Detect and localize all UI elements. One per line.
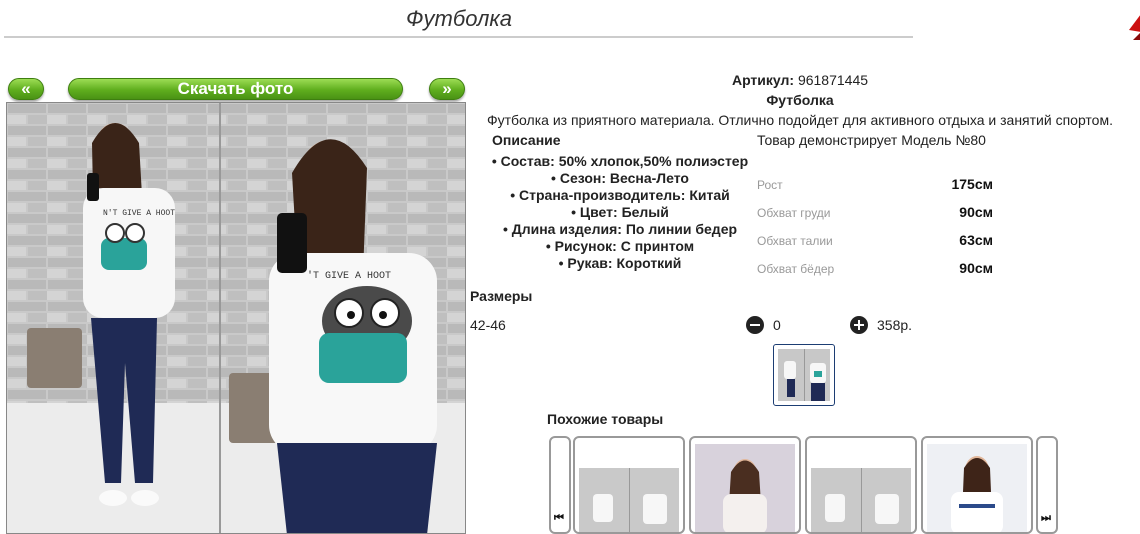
- corner-decoration-icon: [1129, 15, 1140, 40]
- measurement-value: 63см: [959, 232, 993, 248]
- feature-item: Страна-производитель: Китай: [470, 187, 770, 204]
- measurement-value: 90см: [959, 260, 993, 276]
- measurement-label: Рост: [757, 178, 783, 192]
- feature-item: Сезон: Весна-Лето: [470, 170, 770, 187]
- sizes-heading: Размеры: [470, 288, 533, 304]
- measurement-label: Обхват бёдер: [757, 262, 835, 276]
- size-label: 42-46: [470, 317, 506, 333]
- next-photo-button[interactable]: »: [429, 78, 465, 100]
- article-value: 961871445: [797, 72, 869, 88]
- page-title: Футболка: [406, 6, 512, 31]
- product-photo[interactable]: N'T GIVE A HOOT 'T GIVE A HOOT: [6, 102, 466, 534]
- article-label: Артикул:: [731, 72, 795, 88]
- product-name: Футболка: [766, 92, 834, 108]
- feature-item: Цвет: Белый: [470, 204, 770, 221]
- feature-item: Рисунок: С принтом: [470, 238, 770, 255]
- feature-item: Состав: 50% хлопок,50% полиэстер: [470, 153, 770, 170]
- model-heading: Товар демонстрирует Модель №80: [757, 132, 986, 148]
- similar-product-card[interactable]: [689, 436, 801, 534]
- feature-item: Длина изделия: По линии бедер: [470, 221, 770, 238]
- product-description: Футболка из приятного материала. Отлично…: [486, 112, 1113, 128]
- feature-list: Состав: 50% хлопок,50% полиэстер Сезон: …: [470, 153, 770, 272]
- quantity-value: 0: [773, 317, 781, 333]
- carousel-prev-button[interactable]: ⏮: [549, 436, 571, 534]
- measurement-value: 175см: [951, 176, 993, 192]
- measurement-value: 90см: [959, 204, 993, 220]
- carousel-next-button[interactable]: ⏭: [1036, 436, 1058, 534]
- similar-product-card[interactable]: [921, 436, 1033, 534]
- measurement-label: Обхват талии: [757, 234, 833, 248]
- price: 358р.: [877, 317, 913, 333]
- title-divider: [4, 36, 913, 38]
- decrease-quantity-button[interactable]: [746, 316, 764, 334]
- photo-print-text: N'T GIVE A HOOT: [103, 209, 175, 218]
- skip-forward-icon: ⏭: [1041, 512, 1051, 524]
- article-line: Артикул: 961871445: [470, 72, 1130, 88]
- similar-product-card[interactable]: [573, 436, 685, 534]
- photo-print-text-2: 'T GIVE A HOOT: [307, 270, 391, 282]
- download-photo-button[interactable]: Скачать фото: [68, 78, 403, 100]
- description-heading: Описание: [492, 132, 561, 148]
- similar-products-heading: Похожие товары: [547, 411, 664, 427]
- similar-product-card[interactable]: [805, 436, 917, 534]
- product-thumbnail[interactable]: [773, 344, 835, 406]
- prev-photo-button[interactable]: «: [8, 78, 44, 100]
- skip-back-icon: ⏮: [554, 512, 564, 524]
- measurement-label: Обхват груди: [757, 206, 831, 220]
- feature-item: Рукав: Короткий: [470, 255, 770, 272]
- increase-quantity-button[interactable]: [850, 316, 868, 334]
